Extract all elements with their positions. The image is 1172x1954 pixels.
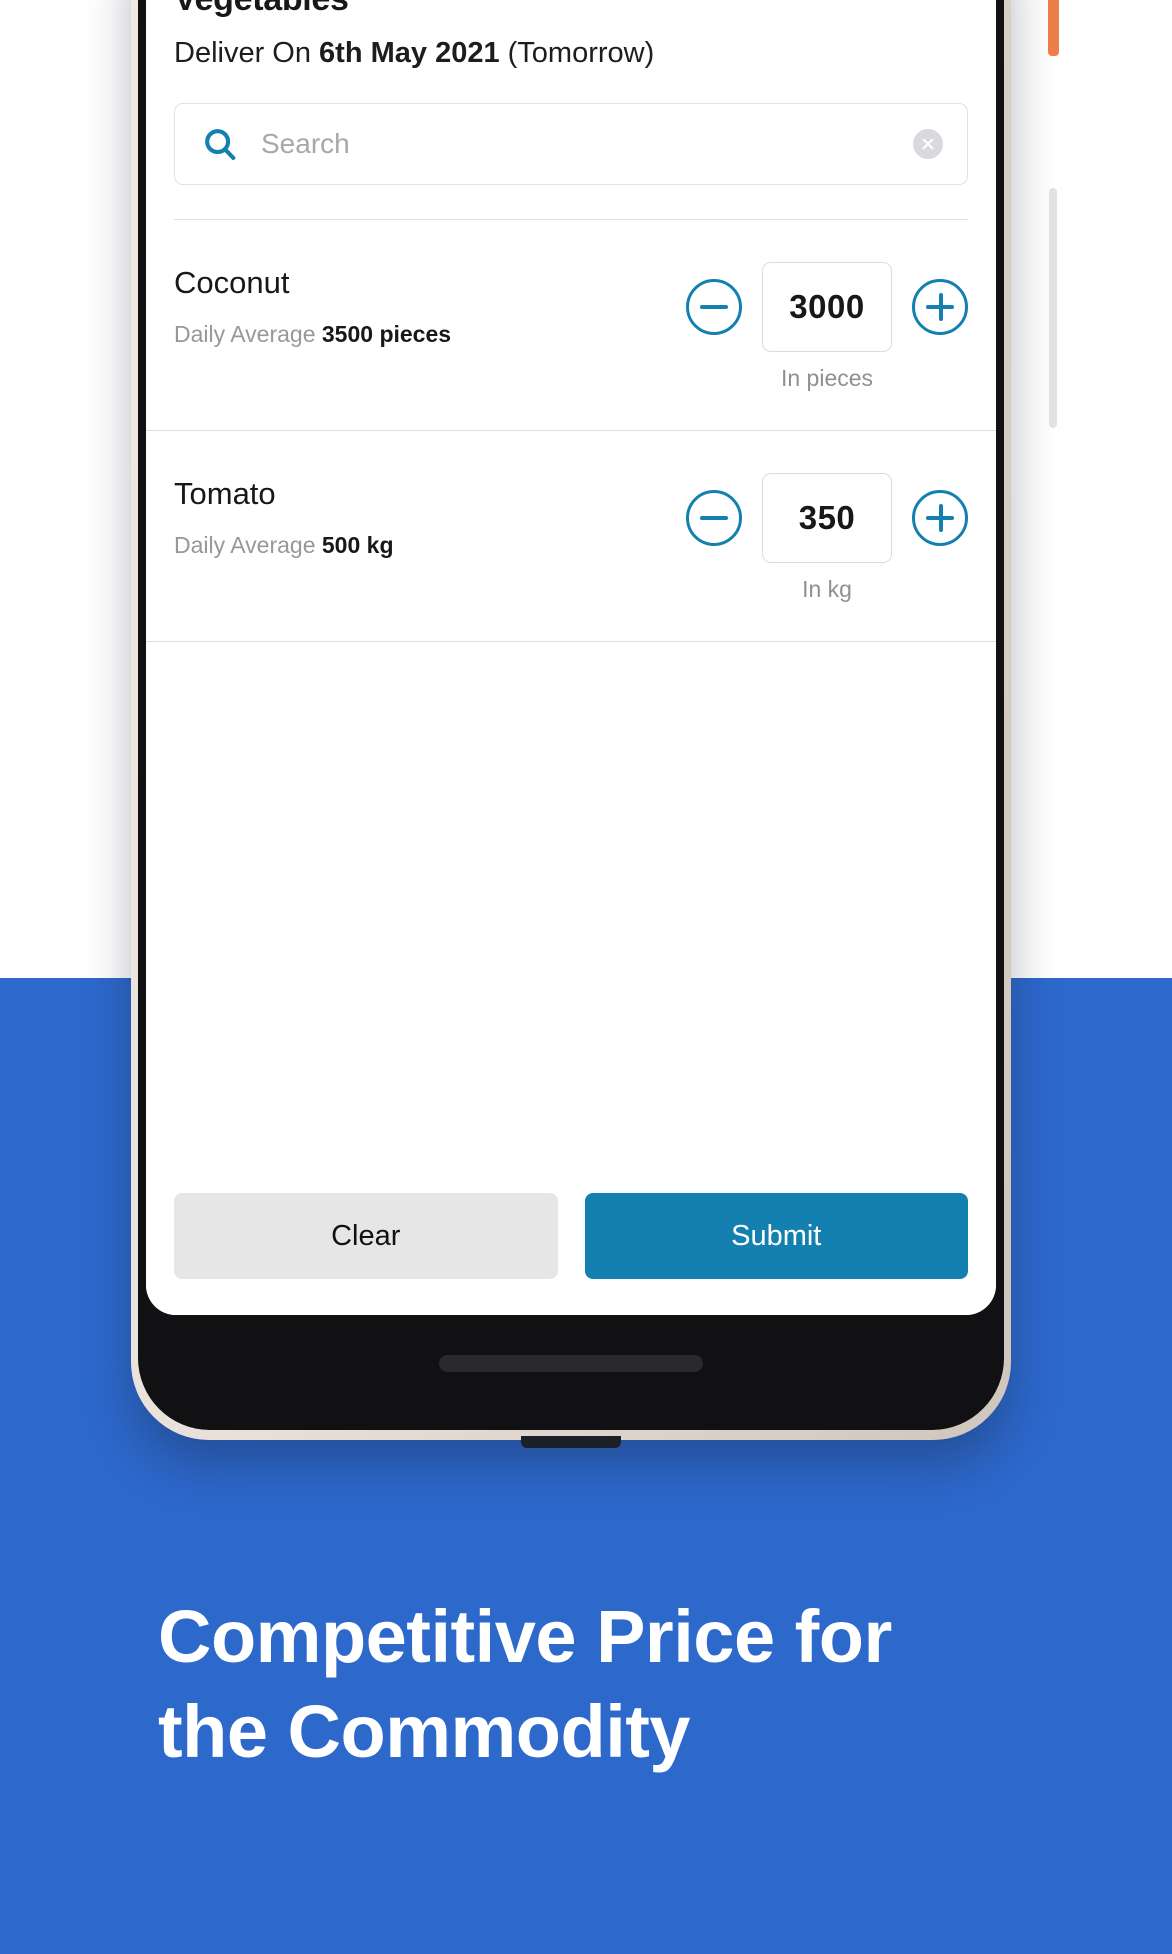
delivery-date-line: Deliver On 6th May 2021 (Tomorrow) xyxy=(174,35,968,71)
promo-headline: Competitive Price for the Commodity xyxy=(158,1590,1058,1779)
deliver-prefix-text: Deliver On xyxy=(174,36,320,69)
table-row: Coconut Daily Average 3500 pieces 3000 I… xyxy=(146,220,996,431)
item-details: Coconut Daily Average 3500 pieces xyxy=(174,260,686,348)
quantity-value: 350 xyxy=(798,498,856,536)
daily-average-value: 500 kg xyxy=(321,532,394,559)
quantity-stepper: 3000 In pieces xyxy=(686,260,968,392)
deliver-suffix-text: (Tomorrow) xyxy=(499,36,655,69)
quantity-stepper: 350 In kg xyxy=(686,471,968,603)
quantity-block: 350 In kg xyxy=(762,472,892,603)
submit-button[interactable]: Submit xyxy=(584,1193,968,1279)
page-title: Vegetables xyxy=(174,0,968,18)
quantity-block: 3000 In pieces xyxy=(762,261,892,392)
item-details: Tomato Daily Average 500 kg xyxy=(174,471,686,559)
item-daily-average: Daily Average 3500 pieces xyxy=(174,321,686,348)
headline-line-1: Competitive Price for xyxy=(158,1595,892,1678)
search-input[interactable] xyxy=(261,127,913,160)
clear-circle-icon[interactable] xyxy=(913,128,943,159)
daily-average-label: Daily Average xyxy=(174,532,322,559)
item-list: Coconut Daily Average 3500 pieces 3000 I… xyxy=(146,220,996,1193)
search-icon xyxy=(201,125,239,163)
promo-graphic: Vegetables Deliver On 6th May 2021 (Tomo… xyxy=(0,0,1172,1954)
minus-circle-icon[interactable] xyxy=(686,278,742,335)
quantity-unit-label: In pieces xyxy=(780,364,874,391)
item-name: Coconut xyxy=(174,264,290,300)
phone-foot xyxy=(521,1436,621,1448)
quantity-unit-label: In kg xyxy=(802,575,852,602)
daily-average-label: Daily Average xyxy=(174,321,322,348)
deliver-date-text: 6th May 2021 xyxy=(319,36,500,69)
phone-mockup: Vegetables Deliver On 6th May 2021 (Tomo… xyxy=(131,0,1011,1448)
daily-average-value: 3500 pieces xyxy=(321,321,452,348)
headline-line-2: the Commodity xyxy=(158,1689,691,1773)
screen-header: Vegetables Deliver On 6th May 2021 (Tomo… xyxy=(146,0,996,220)
home-indicator xyxy=(439,1355,703,1372)
order-screen: Vegetables Deliver On 6th May 2021 (Tomo… xyxy=(146,0,996,1315)
clear-button[interactable]: Clear xyxy=(174,1193,558,1279)
decorative-grey-sliver xyxy=(1049,188,1057,428)
screen-footer: Clear Submit xyxy=(146,1193,996,1315)
item-name: Tomato xyxy=(174,475,276,511)
quantity-field[interactable]: 3000 xyxy=(762,261,892,352)
decorative-orange-sliver xyxy=(1048,0,1059,56)
quantity-value: 3000 xyxy=(789,287,865,325)
minus-circle-icon[interactable] xyxy=(686,489,742,546)
plus-circle-icon[interactable] xyxy=(912,489,968,546)
plus-circle-icon[interactable] xyxy=(912,278,968,335)
phone-screen: Vegetables Deliver On 6th May 2021 (Tomo… xyxy=(146,0,996,1315)
item-daily-average: Daily Average 500 kg xyxy=(174,532,686,559)
quantity-field[interactable]: 350 xyxy=(762,472,892,563)
table-row: Tomato Daily Average 500 kg 350 In kg xyxy=(146,431,996,642)
search-bar[interactable] xyxy=(174,102,968,185)
